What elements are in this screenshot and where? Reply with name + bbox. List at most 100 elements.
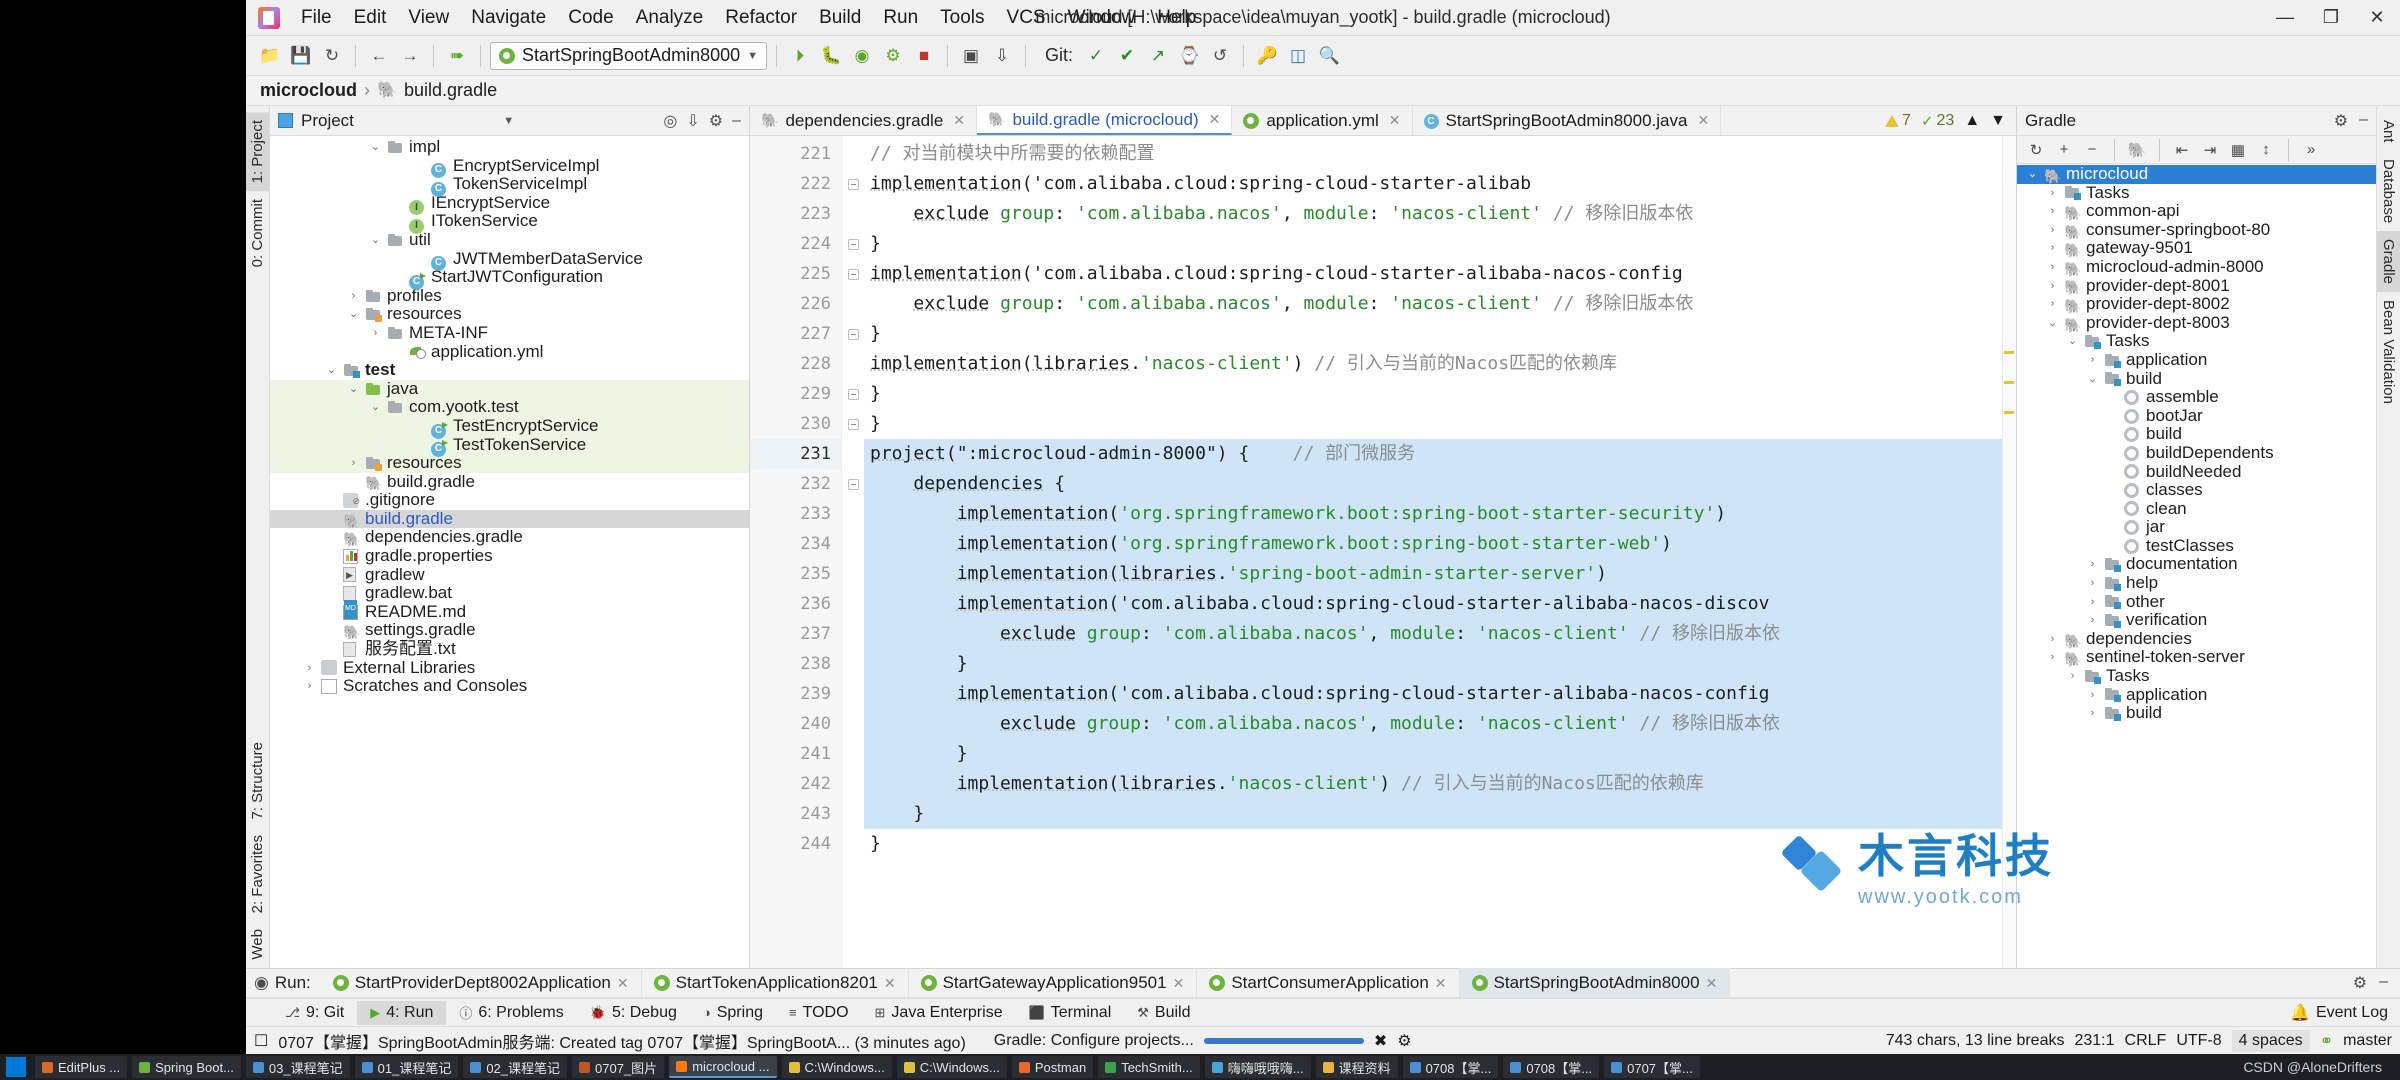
tree-row[interactable]: 🐘 build.gradle [270, 472, 749, 492]
code-line[interactable]: } [864, 409, 2016, 439]
chevron-right-icon[interactable]: › [2086, 351, 2099, 370]
fold-toggle[interactable] [842, 259, 864, 289]
tree-row[interactable]: › profiles [270, 286, 749, 306]
tree-row[interactable]: ⌄ impl [270, 137, 749, 157]
line-separator[interactable]: CRLF [2125, 1032, 2167, 1050]
tree-row[interactable]: C JWTMemberDataService [270, 249, 749, 272]
menu-tools[interactable]: Tools [929, 3, 995, 33]
forward-arrow-icon[interactable]: → [396, 42, 424, 70]
more-icon[interactable]: » [2299, 139, 2323, 161]
chevron-down-icon[interactable]: ⌄ [347, 380, 360, 399]
editor-tab[interactable]: 🐘 dependencies.gradle ✕ [750, 106, 978, 135]
gradle-tree[interactable]: ⌄ 🐘 microcloud › Tasks › 🐘 common-api › 🐘 consumer… [2017, 164, 2376, 968]
tree-row[interactable]: C StartJWTConfiguration [270, 268, 749, 290]
close-tab-icon[interactable]: ✕ [1697, 112, 1709, 129]
code-line[interactable]: } [864, 739, 2016, 769]
maximize-button[interactable]: ❐ [2308, 0, 2354, 36]
code-line[interactable]: } [864, 829, 2016, 859]
close-tab-icon[interactable]: ✕ [884, 975, 896, 992]
tree-row[interactable]: .gitignore [270, 491, 749, 511]
tree-row[interactable]: ⌄ 🐘 microcloud [2017, 164, 2376, 184]
tree-row[interactable]: › Tasks [2017, 183, 2376, 203]
chevron-down-icon[interactable]: ⌄ [325, 361, 338, 380]
breadcrumb-project[interactable]: microcloud [260, 80, 357, 101]
tree-row[interactable]: 🐘 build.gradle [270, 509, 749, 529]
menu-edit[interactable]: Edit [343, 3, 398, 33]
close-tab-icon[interactable]: ✕ [1435, 975, 1447, 992]
run-tab[interactable]: StartTokenApplication8201 ✕ [642, 968, 909, 998]
chevron-right-icon[interactable]: › [2086, 574, 2099, 593]
event-log-area[interactable]: 🔔 Event Log [2290, 1003, 2400, 1023]
git-update-icon[interactable]: ✓ [1082, 42, 1110, 70]
add-icon[interactable]: + [2052, 139, 2076, 161]
tree-row[interactable]: › application [2017, 350, 2376, 370]
menu-analyze[interactable]: Analyze [625, 3, 715, 33]
tree-row[interactable]: ⌄ resources [270, 305, 749, 324]
tree-row[interactable]: › External Libraries [270, 658, 749, 678]
tree-row[interactable]: I IEncryptService [270, 193, 749, 216]
tree-row[interactable]: README.md [270, 600, 749, 622]
fold-toggle[interactable] [842, 319, 864, 349]
menu-view[interactable]: View [397, 3, 460, 33]
background-tasks-icon[interactable]: ⚙ [1397, 1031, 1411, 1051]
tree-row[interactable]: application.yml [270, 342, 749, 362]
breadcrumb-file[interactable]: build.gradle [404, 80, 497, 101]
chevron-right-icon[interactable]: › [369, 324, 382, 343]
chevron-right-icon[interactable]: › [2046, 239, 2059, 258]
search-icon[interactable]: 🔍 [1315, 42, 1343, 70]
tree-row[interactable]: ⌄ util [270, 230, 749, 250]
back-arrow-icon[interactable]: ← [365, 42, 393, 70]
tree-row[interactable]: C TestTokenService [270, 435, 749, 458]
profile-icon[interactable]: ⚙ [879, 42, 907, 70]
chevron-right-icon[interactable]: › [2086, 611, 2099, 630]
gradle-elephant-icon[interactable]: 🐘 [2125, 139, 2149, 161]
code-line[interactable]: exclude group: 'com.alibaba.nacos', modu… [864, 619, 2016, 649]
chevron-right-icon[interactable]: › [2046, 630, 2059, 649]
code-line[interactable]: implementation(libraries.'nacos-client')… [864, 769, 2016, 799]
modules-icon[interactable]: ▦ [2226, 139, 2250, 161]
tree-row[interactable]: gradlew.bat [270, 584, 749, 603]
close-tab-icon[interactable]: ✕ [1706, 975, 1718, 992]
code-line[interactable]: implementation('org.springframework.boot… [864, 499, 2016, 529]
close-tab-icon[interactable]: ✕ [617, 975, 629, 992]
chevron-down-icon[interactable]: ⌄ [2046, 314, 2059, 333]
caret-position[interactable]: 231:1 [2074, 1032, 2114, 1050]
code-line[interactable]: dependencies { [864, 469, 2016, 499]
fold-toggle[interactable] [842, 379, 864, 409]
fold-toggle[interactable] [842, 229, 864, 259]
tree-row[interactable]: C TestEncryptService [270, 416, 749, 439]
close-button[interactable]: ✕ [2354, 0, 2400, 36]
scrollbar-marks[interactable] [2002, 136, 2016, 968]
taskbar-item[interactable]: 03_课程笔记 [245, 1056, 350, 1078]
chevron-right-icon[interactable]: › [2066, 667, 2079, 686]
tree-row[interactable]: clean [2017, 499, 2376, 519]
taskbar-item[interactable]: 0708【掌... [1402, 1056, 1499, 1078]
chevron-right-icon[interactable]: › [2086, 686, 2099, 705]
gear-icon[interactable]: ⚙ [709, 111, 723, 131]
taskbar-item[interactable]: C:\Windows... [896, 1056, 1007, 1078]
menu-navigate[interactable]: Navigate [460, 3, 557, 33]
tree-row[interactable]: testClasses [2017, 536, 2376, 556]
taskbar-item[interactable]: 01_课程笔记 [354, 1056, 459, 1078]
code-line[interactable]: implementation('com.alibaba.cloud:spring… [864, 259, 2016, 289]
fold-toggle[interactable] [842, 169, 864, 199]
tree-row[interactable]: › 🐘 gateway-9501 [2017, 239, 2376, 258]
tree-row[interactable]: › 🐘 provider-dept-8002 [2017, 295, 2376, 314]
stop-icon[interactable]: ■ [910, 42, 938, 70]
taskbar-item[interactable]: 02_课程笔记 [463, 1056, 568, 1078]
expand-all-icon[interactable]: ⇤ [2170, 139, 2194, 161]
code-line[interactable]: implementation('org.springframework.boot… [864, 529, 2016, 559]
taskbar-item[interactable]: microcloud ... [669, 1056, 777, 1078]
tool-tab-web[interactable]: Web [246, 921, 269, 968]
chevron-right-icon[interactable]: › [2086, 593, 2099, 612]
bottom-tool-tab[interactable]: ⬛ Terminal [1016, 1001, 1125, 1025]
save-icon[interactable]: 💾 [287, 42, 315, 70]
tool-tab-commit[interactable]: 0: Commit [246, 191, 269, 275]
chevron-right-icon[interactable]: › [303, 659, 316, 678]
bottom-tool-tab[interactable]: ◑ Spring [690, 1001, 776, 1025]
code-line[interactable]: // 对当前模块中所需要的依赖配置 [864, 139, 2016, 169]
git-rollback-icon[interactable]: ↺ [1206, 42, 1234, 70]
tree-row[interactable]: C TokenServiceImpl [270, 175, 749, 197]
git-history-icon[interactable]: ⌚ [1175, 42, 1203, 70]
tool-tab-gradle[interactable]: Gradle [2377, 230, 2400, 292]
